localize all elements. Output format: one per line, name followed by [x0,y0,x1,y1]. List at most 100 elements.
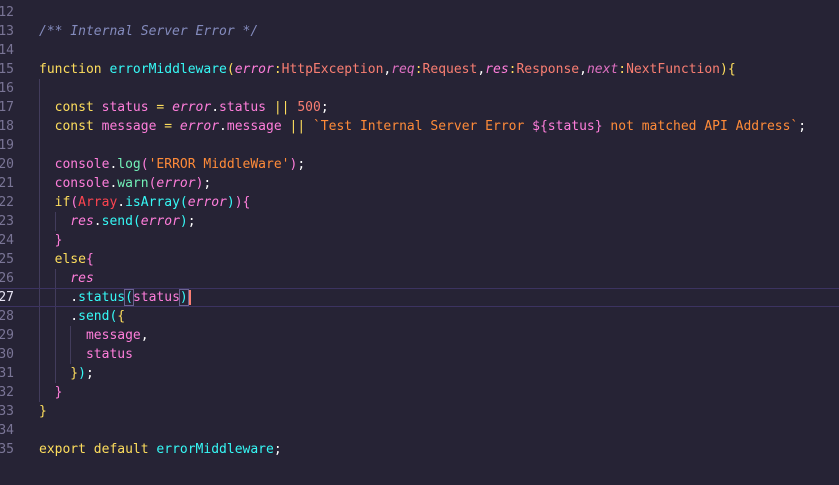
code-line[interactable]: 26 res [0,269,839,288]
code-text[interactable]: const status = error.status || 500; [39,98,329,117]
code-token: . [39,309,79,324]
code-text[interactable]: res [39,269,94,288]
code-token: ( [140,157,149,172]
code-token: Array [78,195,118,210]
code-token: console [39,176,110,191]
code-line[interactable]: 33} [0,402,839,421]
code-token: ) [179,214,188,229]
code-line[interactable]: 21 console.warn(error); [0,174,839,193]
line-number: 27 [0,289,14,306]
code-line[interactable]: 17 const status = error.status || 500; [0,98,839,117]
code-token: status [39,347,133,362]
code-token: log [117,157,141,172]
code-token: error [234,62,274,77]
code-token: ( [124,289,134,306]
text-cursor [188,290,191,305]
code-line[interactable]: 12 [0,3,839,22]
code-editor[interactable]: 12 13 /** Internal Server Error */ 14 15 func… [0,0,839,485]
code-text[interactable]: /** Internal Server Error */ [39,22,258,41]
code-text[interactable]: .status(status) [39,289,191,306]
code-text[interactable]: console.warn(error); [39,174,212,193]
line-number-text: 20 [0,157,14,172]
code-token: not matched API Address` [602,119,799,134]
code-text[interactable]: function errorMiddleware(error:HttpExcep… [39,60,736,79]
code-line[interactable]: 29 message, [0,326,839,345]
code-token: } [39,404,47,419]
code-line[interactable]: 20 console.log('ERROR MiddleWare'); [0,155,839,174]
code-token: ; [273,442,282,457]
code-line[interactable]: 19 [0,136,839,155]
line-number: 26 [0,269,14,288]
code-token: res [39,214,94,229]
code-line[interactable]: 27 .status(status) [0,288,839,307]
code-line[interactable]: 24 } [0,231,839,250]
code-token: message [39,328,141,343]
line-number-text: 33 [0,404,14,419]
code-token: ; [85,366,94,381]
code-line[interactable]: 15 function errorMiddleware(error:HttpExc… [0,60,839,79]
code-line[interactable]: 34 [0,421,839,440]
code-token: . [117,195,126,210]
line-number-text: 27 [0,290,14,305]
line-number-text: 31 [0,366,14,381]
code-token: if [39,195,71,210]
code-text[interactable]: console.log('ERROR MiddleWare'); [39,155,306,174]
line-number-text: 16 [0,81,14,96]
code-text[interactable]: } [39,383,63,402]
code-text[interactable]: else{ [39,250,94,269]
line-number-text: 13 [0,24,14,39]
code-token: `Test Internal Server Error [312,119,533,134]
line-number: 35 [0,440,14,459]
code-token: { [117,309,126,324]
code-text[interactable]: status [39,345,133,364]
code-line[interactable]: 13 /** Internal Server Error */ [0,22,839,41]
code-token: , [477,62,486,77]
line-number-text: 34 [0,423,14,438]
code-token: res [485,62,509,77]
code-line[interactable]: 28 .send({ [0,307,839,326]
code-token: ) [226,195,235,210]
code-line[interactable]: 14 [0,41,839,60]
code-line[interactable]: 32 } [0,383,839,402]
code-text[interactable]: }); [39,364,94,383]
code-token: || [289,119,313,134]
code-text[interactable]: } [39,231,63,250]
line-number: 31 [0,364,14,383]
code-line[interactable]: 25 else{ [0,250,839,269]
line-number-text: 29 [0,328,14,343]
line-number-text: 24 [0,233,14,248]
code-text[interactable]: export default errorMiddleware; [39,440,282,459]
code-token: HttpException [281,62,384,77]
code-token: status [132,290,180,305]
line-number: 19 [0,136,14,155]
code-line[interactable]: 31 }); [0,364,839,383]
code-token: } [39,366,79,381]
code-token: ( [132,214,141,229]
code-token: ; [320,100,329,115]
code-token: : [273,62,282,77]
code-token: . [211,100,220,115]
code-line[interactable]: 35 export default errorMiddleware; [0,440,839,459]
code-token: Response [516,62,580,77]
code-text[interactable]: } [39,402,47,421]
code-line[interactable]: 23 res.send(error); [0,212,839,231]
code-token: || [273,100,298,115]
code-text[interactable]: const message = error.message || `Test I… [39,117,806,136]
code-line[interactable]: 30 status [0,345,839,364]
code-text[interactable]: if(Array.isArray(error)){ [39,193,251,212]
code-text[interactable]: .send({ [39,307,125,326]
code-text[interactable]: res.send(error); [39,212,195,231]
code-token: } [594,119,603,134]
code-line[interactable]: 16 [0,79,839,98]
code-line[interactable]: 22 if(Array.isArray(error)){ [0,193,839,212]
code-token: ){ [720,62,736,77]
line-number: 20 [0,155,14,174]
code-token: export [39,442,94,457]
code-token: NextFunction [626,62,720,77]
line-number-text: 32 [0,385,14,400]
code-token: const [39,119,102,134]
code-line[interactable]: 18 const message = error.message || `Tes… [0,117,839,136]
code-token: = [164,119,180,134]
code-text[interactable]: message, [39,326,149,345]
code-token: 'ERROR MiddleWare' [148,157,290,172]
